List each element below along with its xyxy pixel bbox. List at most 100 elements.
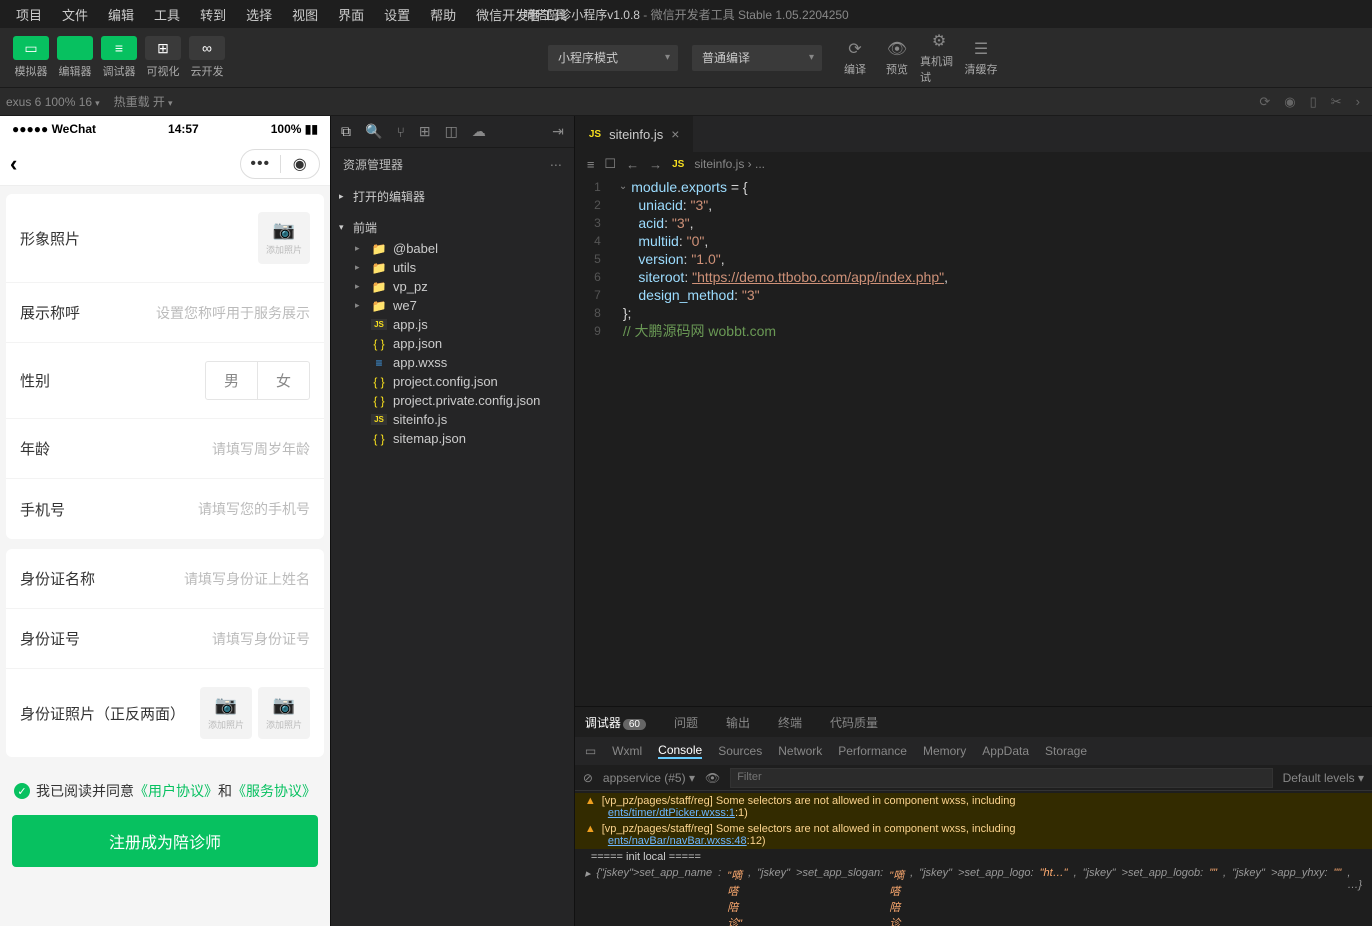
tool-预览[interactable]: 👁预览 <box>878 39 916 77</box>
idname-input[interactable]: 请填写身份证上姓名 <box>140 569 310 589</box>
view-toggle-group: ▭模拟器编辑器≡调试器⊞可视化∞云开发 <box>10 36 228 79</box>
close-target-icon[interactable]: ◉ <box>281 154 320 174</box>
mode-dropdown[interactable]: 小程序模式 <box>548 45 678 71</box>
submit-button[interactable]: 注册成为陪诊师 <box>12 815 318 867</box>
simulator-panel: ●●●●● WeChat 14:57 100% ▮▮ ‹ ••• ◉ 形象照片 … <box>0 116 331 926</box>
devtools-tab-Storage[interactable]: Storage <box>1045 744 1087 758</box>
devtools-tab-Performance[interactable]: Performance <box>838 744 907 758</box>
add-photo-button[interactable]: 📷添加照片 <box>258 212 310 264</box>
refresh-icon[interactable]: ⟳ <box>1259 94 1270 110</box>
editor-tab-siteinfo[interactable]: JS siteinfo.js × <box>575 116 694 152</box>
check-icon[interactable]: ✓ <box>14 783 30 799</box>
age-input[interactable]: 请填写周岁年龄 <box>140 439 310 459</box>
device-icon[interactable]: ▯ <box>1310 94 1317 110</box>
back-icon[interactable]: ‹ <box>10 151 17 177</box>
file-vp_pz[interactable]: ▸📁vp_pz <box>355 277 574 296</box>
dbg-tab-代码质量[interactable]: 代码质量 <box>826 714 882 731</box>
context-dropdown[interactable]: appservice (#5) ▾ <box>603 771 695 785</box>
phone-nav-bar: ‹ ••• ◉ <box>0 142 330 186</box>
simulator-info-bar: exus 6 100% 16 热重载 开 ⟳ ◉ ▯ ✂ › <box>0 88 1372 116</box>
outline-icon[interactable]: ≡ <box>587 157 595 172</box>
clear-console-icon[interactable]: ⊘ <box>583 771 593 785</box>
menu-6[interactable]: 视图 <box>282 5 328 24</box>
menu-9[interactable]: 帮助 <box>420 5 466 24</box>
dbg-tab-输出[interactable]: 输出 <box>722 714 754 731</box>
nav-fwd-icon[interactable]: → <box>649 157 662 172</box>
devtools-tab-Console[interactable]: Console <box>658 743 702 759</box>
breadcrumb[interactable]: siteinfo.js › ... <box>694 157 765 171</box>
tool-编辑器[interactable]: 编辑器 <box>54 36 96 79</box>
tool-真机调试[interactable]: ⚙真机调试 <box>920 39 958 77</box>
dbg-tab-终端[interactable]: 终端 <box>774 714 806 731</box>
file-sitemap.json[interactable]: { }sitemap.json <box>355 429 574 448</box>
devtools-tab-Sources[interactable]: Sources <box>718 744 762 758</box>
cut-icon[interactable]: ✂ <box>1331 94 1342 110</box>
more-icon[interactable]: ⋯ <box>550 158 562 172</box>
menu-4[interactable]: 转到 <box>190 5 236 24</box>
agreement-row[interactable]: ✓ 我已阅读并同意 《用户协议》 和 《服务协议》 <box>6 767 324 815</box>
expand-icon[interactable]: › <box>1356 94 1360 110</box>
menu-3[interactable]: 工具 <box>144 5 190 24</box>
filter-input[interactable] <box>737 771 1265 783</box>
collapse-icon[interactable]: ⇥ <box>552 123 564 140</box>
project-root[interactable]: ▾前端 <box>331 216 574 239</box>
hot-reload-toggle[interactable]: 热重载 开 <box>114 93 173 110</box>
devtools-tab-Memory[interactable]: Memory <box>923 744 966 758</box>
code-editor[interactable]: 1⌄module.exports = {2 uniacid: "3",3 aci… <box>575 176 1372 706</box>
bookmark-icon[interactable]: ☐ <box>604 156 616 172</box>
tool-云开发[interactable]: ∞云开发 <box>186 36 228 79</box>
menu-2[interactable]: 编辑 <box>98 5 144 24</box>
close-tab-icon[interactable]: × <box>671 126 679 142</box>
tool-模拟器[interactable]: ▭模拟器 <box>10 36 52 79</box>
files-icon[interactable]: ⧉ <box>341 123 351 140</box>
capsule-button[interactable]: ••• ◉ <box>240 149 320 179</box>
eye-icon[interactable]: 👁 <box>705 771 720 785</box>
file-project.private.config.json[interactable]: { }project.private.config.json <box>355 391 574 410</box>
ext2-icon[interactable]: ◫ <box>445 123 458 140</box>
tool-可视化[interactable]: ⊞可视化 <box>142 36 184 79</box>
menu-5[interactable]: 选择 <box>236 5 282 24</box>
dbg-tab-调试器[interactable]: 调试器60 <box>581 714 650 731</box>
menu-dots-icon[interactable]: ••• <box>241 155 281 173</box>
inspect-icon[interactable]: ▭ <box>585 744 596 758</box>
dbg-tab-问题[interactable]: 问题 <box>670 714 702 731</box>
devtools-tab-Network[interactable]: Network <box>778 744 822 758</box>
devtools-tab-AppData[interactable]: AppData <box>982 744 1029 758</box>
menu-1[interactable]: 文件 <box>52 5 98 24</box>
search-icon[interactable]: 🔍 <box>365 123 382 140</box>
user-agreement-link[interactable]: 《用户协议》 <box>134 781 218 801</box>
devtools-tab-Wxml[interactable]: Wxml <box>612 744 642 758</box>
editor-panel: JS siteinfo.js × ≡ ☐ ← → JS siteinfo.js … <box>575 116 1372 926</box>
device-selector[interactable]: exus 6 100% 16 <box>6 95 100 109</box>
nickname-input[interactable]: 设置您称呼用于服务展示 <box>140 303 310 323</box>
menu-7[interactable]: 界面 <box>328 5 374 24</box>
file-app.json[interactable]: { }app.json <box>355 334 574 353</box>
tool-调试器[interactable]: ≡调试器 <box>98 36 140 79</box>
phone-input[interactable]: 请填写您的手机号 <box>140 499 310 519</box>
file-utils[interactable]: ▸📁utils <box>355 258 574 277</box>
open-editors-section[interactable]: ▸打开的编辑器 <box>331 185 574 208</box>
tool-清缓存[interactable]: ☰清缓存 <box>962 39 1000 77</box>
ext3-icon[interactable]: ☁ <box>472 123 486 140</box>
menu-0[interactable]: 项目 <box>6 5 52 24</box>
id-back-photo[interactable]: 📷添加照片 <box>258 687 310 739</box>
ext1-icon[interactable]: ⊞ <box>419 123 431 140</box>
git-icon[interactable]: ⑂ <box>396 124 404 140</box>
id-front-photo[interactable]: 📷添加照片 <box>200 687 252 739</box>
service-agreement-link[interactable]: 《服务协议》 <box>232 781 316 801</box>
tool-编译[interactable]: ⟳编译 <box>836 39 874 77</box>
compile-dropdown[interactable]: 普通编译 <box>692 45 822 71</box>
file-app.js[interactable]: JSapp.js <box>355 315 574 334</box>
file-app.wxss[interactable]: ≡app.wxss <box>355 353 574 372</box>
nav-back-icon[interactable]: ← <box>626 157 639 172</box>
record-icon[interactable]: ◉ <box>1284 94 1295 110</box>
file-@babel[interactable]: ▸📁@babel <box>355 239 574 258</box>
gender-segment[interactable]: 男 女 <box>205 361 310 400</box>
levels-dropdown[interactable]: Default levels ▾ <box>1283 771 1364 785</box>
menu-8[interactable]: 设置 <box>374 5 420 24</box>
file-project.config.json[interactable]: { }project.config.json <box>355 372 574 391</box>
file-we7[interactable]: ▸📁we7 <box>355 296 574 315</box>
file-siteinfo.js[interactable]: JSsiteinfo.js <box>355 410 574 429</box>
idno-input[interactable]: 请填写身份证号 <box>140 629 310 649</box>
window-title: 嘀嗒陪诊小程序v1.0.8 - 微信开发者工具 Stable 1.05.2204… <box>523 6 848 23</box>
